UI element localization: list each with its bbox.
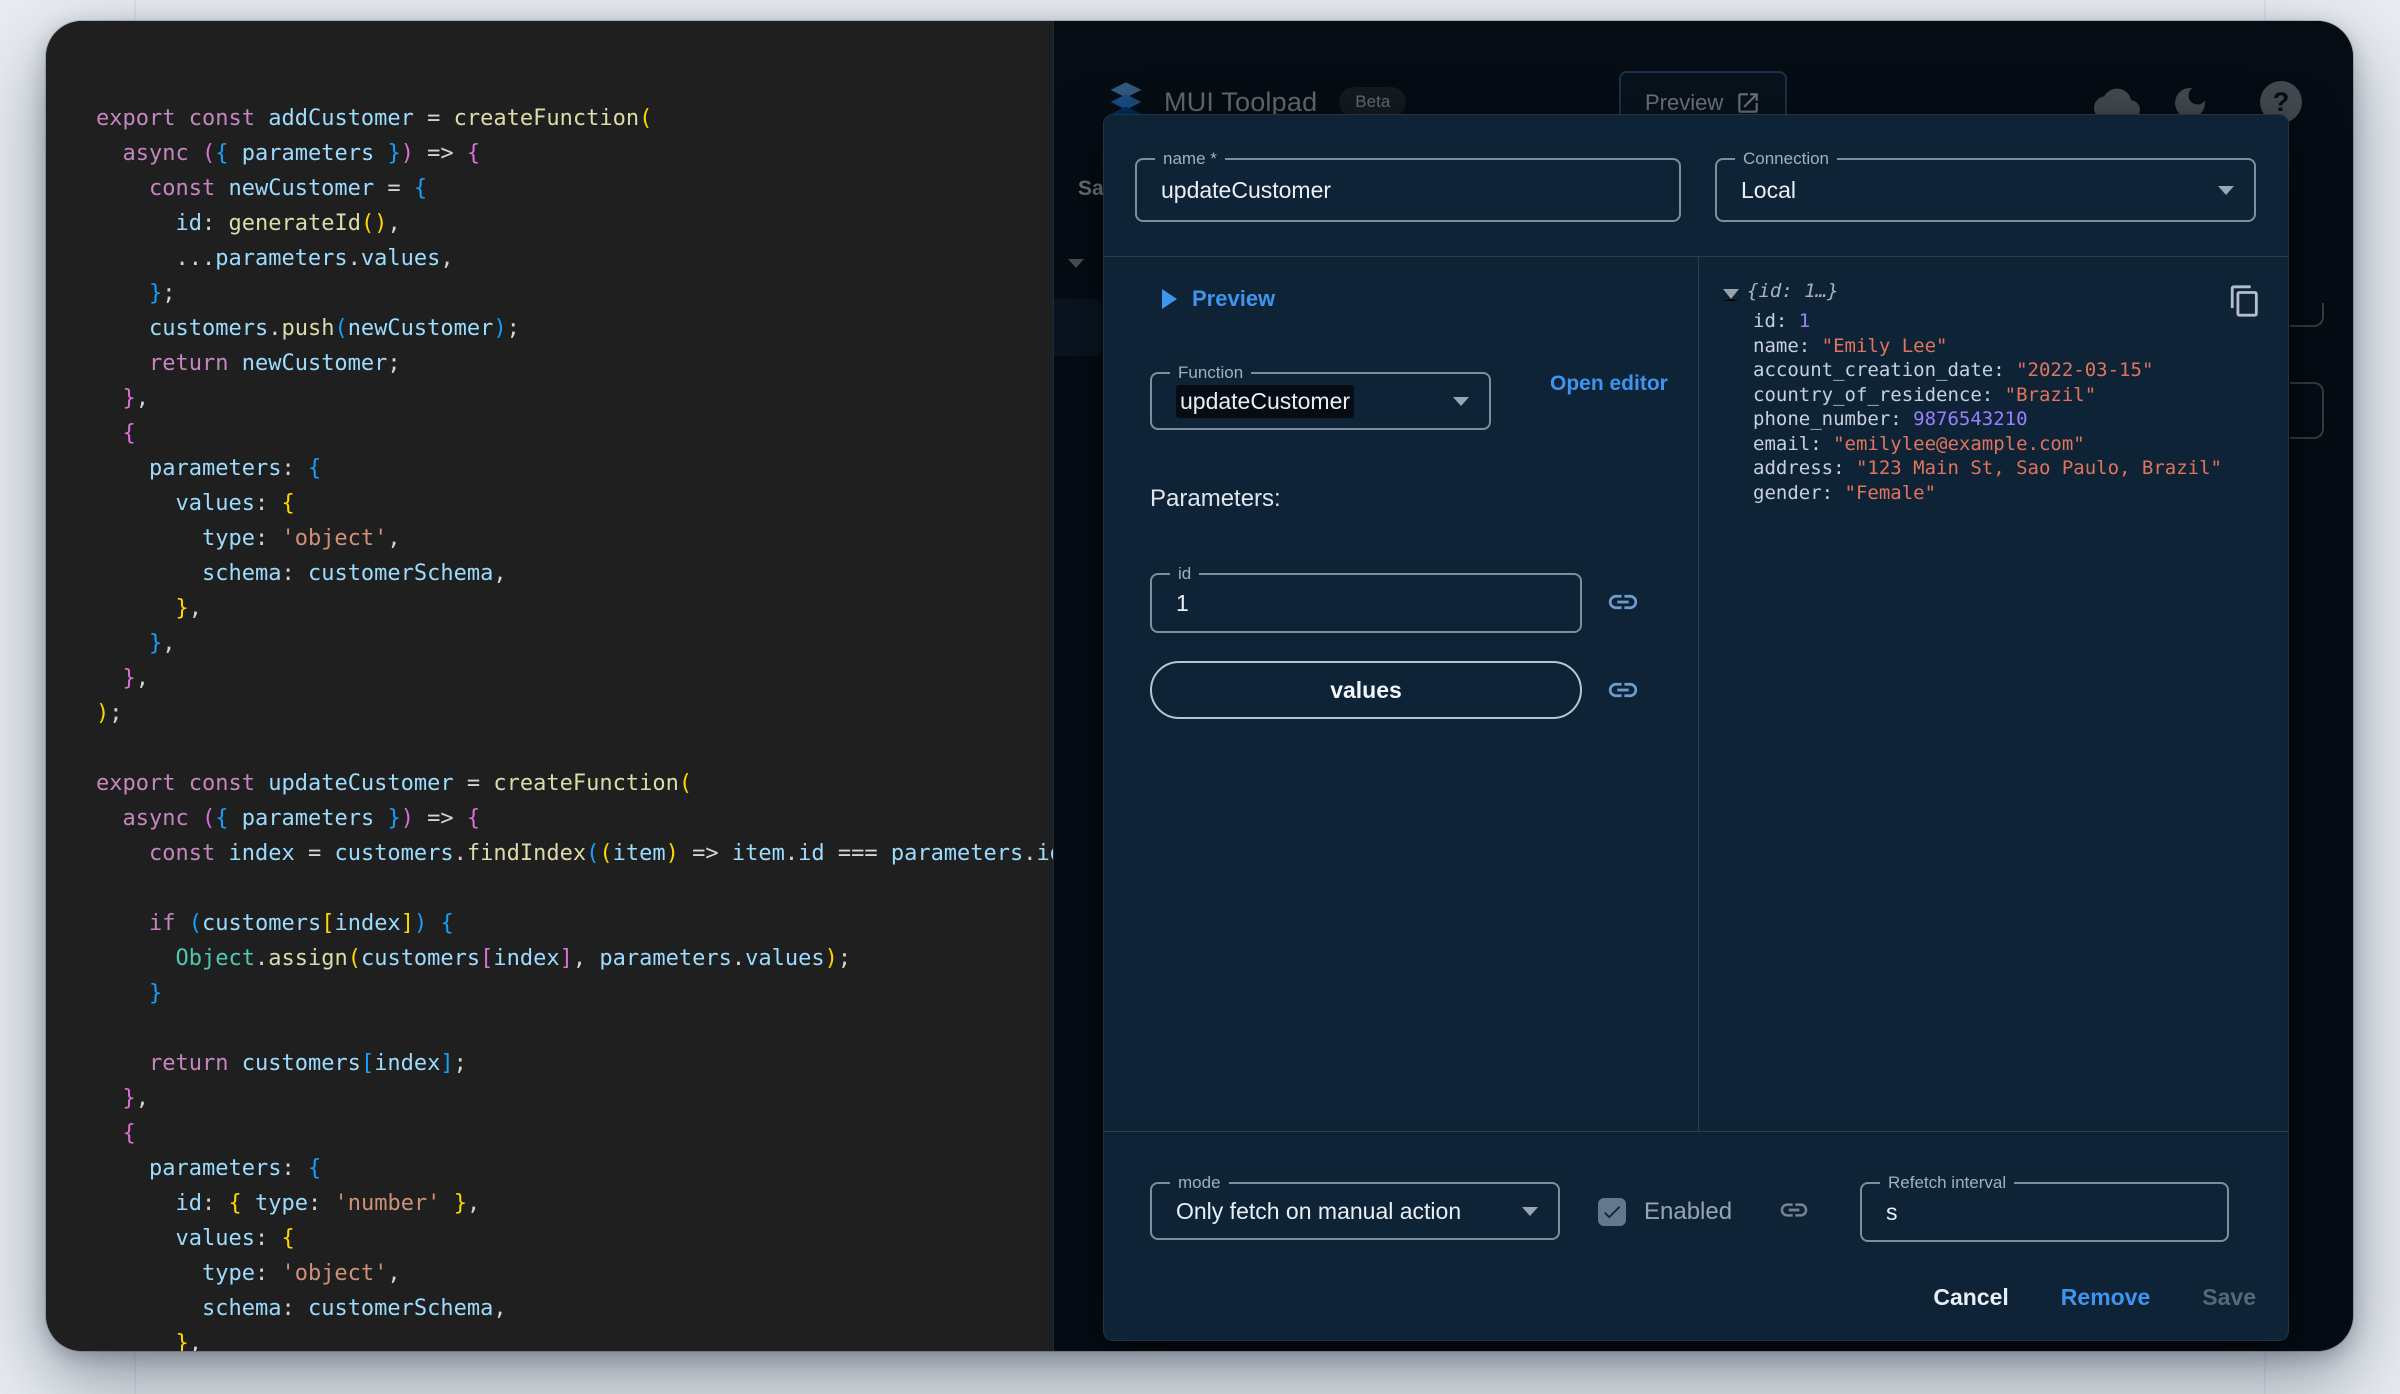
code-line: return newCustomer; xyxy=(148,351,401,376)
result-entry: account_creation_date: "2022-03-15" xyxy=(1753,359,2154,381)
enabled-label: Enabled xyxy=(1644,1198,1733,1225)
code-line: ...parameters.values, xyxy=(96,246,454,271)
code-line: }, xyxy=(122,386,150,411)
app-window: export const addCustomer = createFunctio… xyxy=(46,21,2353,1351)
chevron-down-icon xyxy=(1453,397,1469,406)
dialog-header-section: name * Connection Local xyxy=(1104,115,2288,257)
result-entries: id: 1 name: "Emily Lee" account_creation_d… xyxy=(1753,309,2222,505)
dialog-action-buttons: Cancel Remove Save xyxy=(1933,1272,2256,1322)
result-entry: id: 1 xyxy=(1753,310,1811,332)
query-name-label: name * xyxy=(1155,149,1225,169)
code-line: parameters: { xyxy=(148,456,322,481)
cancel-button[interactable]: Cancel xyxy=(1933,1284,2008,1311)
code-line: Object.assign(customers[index], paramete… xyxy=(175,946,852,971)
chevron-down-icon xyxy=(1522,1207,1538,1216)
code-line: { xyxy=(122,1121,136,1146)
link-icon xyxy=(1608,594,1638,610)
code-line: export const addCustomer = createFunctio… xyxy=(96,106,653,131)
query-name-input[interactable] xyxy=(1137,160,1679,220)
function-value: updateCustomer xyxy=(1176,384,1355,418)
code-line: }, xyxy=(148,631,176,656)
check-icon xyxy=(1604,1206,1621,1219)
code-line: }, xyxy=(175,1331,202,1351)
code-line: ); xyxy=(96,701,123,726)
result-entry: email: "emilylee@example.com" xyxy=(1753,432,2085,455)
dialog-body-section: Preview Function updateCustomer Open edi… xyxy=(1104,257,2288,1131)
code-line: const newCustomer = { xyxy=(148,176,428,201)
code-line: async ({ parameters }) => { xyxy=(122,806,481,831)
code-line: }, xyxy=(122,1086,150,1111)
code-line: type: 'object', xyxy=(201,526,401,551)
chevron-down-icon xyxy=(2218,186,2234,195)
dialog-footer-section: mode Only fetch on manual action Enabled xyxy=(1104,1131,2288,1340)
code-line: values: { xyxy=(175,1226,295,1251)
toolpad-app-panel: MUI Toolpad Beta Preview ? xyxy=(1053,21,2353,1351)
code-line: id: { type: 'number' }, xyxy=(175,1191,481,1216)
play-icon xyxy=(1162,289,1177,309)
query-editor-dialog: name * Connection Local Preview Function xyxy=(1103,114,2289,1341)
param-id-input[interactable] xyxy=(1152,575,1580,631)
query-result-panel: {id: 1…} id: 1 name: "Emily Lee" account_c… xyxy=(1699,257,2288,1131)
code-line: values: { xyxy=(175,491,295,516)
code-line: type: 'object', xyxy=(201,1261,401,1286)
code-line: async ({ parameters }) => { xyxy=(122,141,481,166)
save-button[interactable]: Save xyxy=(2202,1284,2256,1311)
refetch-interval-label: Refetch interval xyxy=(1880,1173,2015,1193)
code-line: } xyxy=(148,981,163,1006)
connection-select[interactable]: Connection Local xyxy=(1715,149,2256,222)
code-line: export const updateCustomer = createFunc… xyxy=(96,771,693,796)
code-line: parameters: { xyxy=(148,1156,322,1181)
code-line: id: generateId(), xyxy=(175,211,401,236)
mode-value: Only fetch on manual action xyxy=(1176,1197,1462,1224)
query-name-field[interactable]: name * xyxy=(1135,149,1681,222)
result-entry: gender: "Female" xyxy=(1753,481,1937,504)
bind-id-link-icon[interactable] xyxy=(1606,585,1640,622)
code-line: return customers[index]; xyxy=(148,1051,467,1076)
code-editor[interactable]: export const addCustomer = createFunctio… xyxy=(46,21,1053,1351)
param-id-field[interactable]: id xyxy=(1150,564,1582,633)
link-icon xyxy=(1780,1203,1808,1217)
bind-values-link-icon[interactable] xyxy=(1606,673,1640,710)
code-line: const index = customers.findIndex((item)… xyxy=(148,841,1053,866)
parameters-heading: Parameters: xyxy=(1150,485,1281,512)
run-preview-button[interactable]: Preview xyxy=(1162,279,1275,319)
code-line: schema: customerSchema, xyxy=(201,1296,507,1321)
code-line: }, xyxy=(122,666,150,691)
param-values-button[interactable]: values xyxy=(1150,661,1582,719)
open-editor-link[interactable]: Open editor xyxy=(1550,365,1670,403)
result-entry: country_of_residence: "Brazil" xyxy=(1753,383,2097,406)
copy-icon xyxy=(2230,284,2258,317)
param-id-label: id xyxy=(1170,564,1200,584)
result-entry: address: "123 Main St, Sao Paulo, Brazil… xyxy=(1753,457,2222,479)
code-line: }, xyxy=(175,596,202,621)
run-preview-label: Preview xyxy=(1192,286,1276,311)
remove-button[interactable]: Remove xyxy=(2061,1284,2150,1311)
code-line: customers.push(newCustomer); xyxy=(148,316,520,341)
expand-toggle-icon[interactable] xyxy=(1723,289,1739,301)
enabled-checkbox[interactable] xyxy=(1598,1198,1626,1226)
link-icon xyxy=(1608,682,1638,698)
code-line: }; xyxy=(148,281,176,306)
result-entry: name: "Emily Lee" xyxy=(1753,334,1948,357)
code-line: { xyxy=(122,421,136,446)
function-select[interactable]: Function updateCustomer xyxy=(1150,363,1491,430)
result-summary: {id: 1…} xyxy=(1747,280,1839,302)
mode-select[interactable]: mode Only fetch on manual action xyxy=(1150,1173,1560,1240)
refetch-link-icon[interactable] xyxy=(1778,1194,1810,1229)
copy-button[interactable] xyxy=(2226,283,2264,321)
result-entry: phone_number: 9876543210 xyxy=(1753,408,2028,430)
code-line: schema: customerSchema, xyxy=(201,561,507,586)
connection-value: Local xyxy=(1741,176,1796,203)
code-content: export const addCustomer = createFunctio… xyxy=(96,101,1053,1351)
code-line: if (customers[index]) { xyxy=(148,911,454,936)
refetch-interval-field[interactable]: Refetch interval xyxy=(1860,1173,2229,1242)
